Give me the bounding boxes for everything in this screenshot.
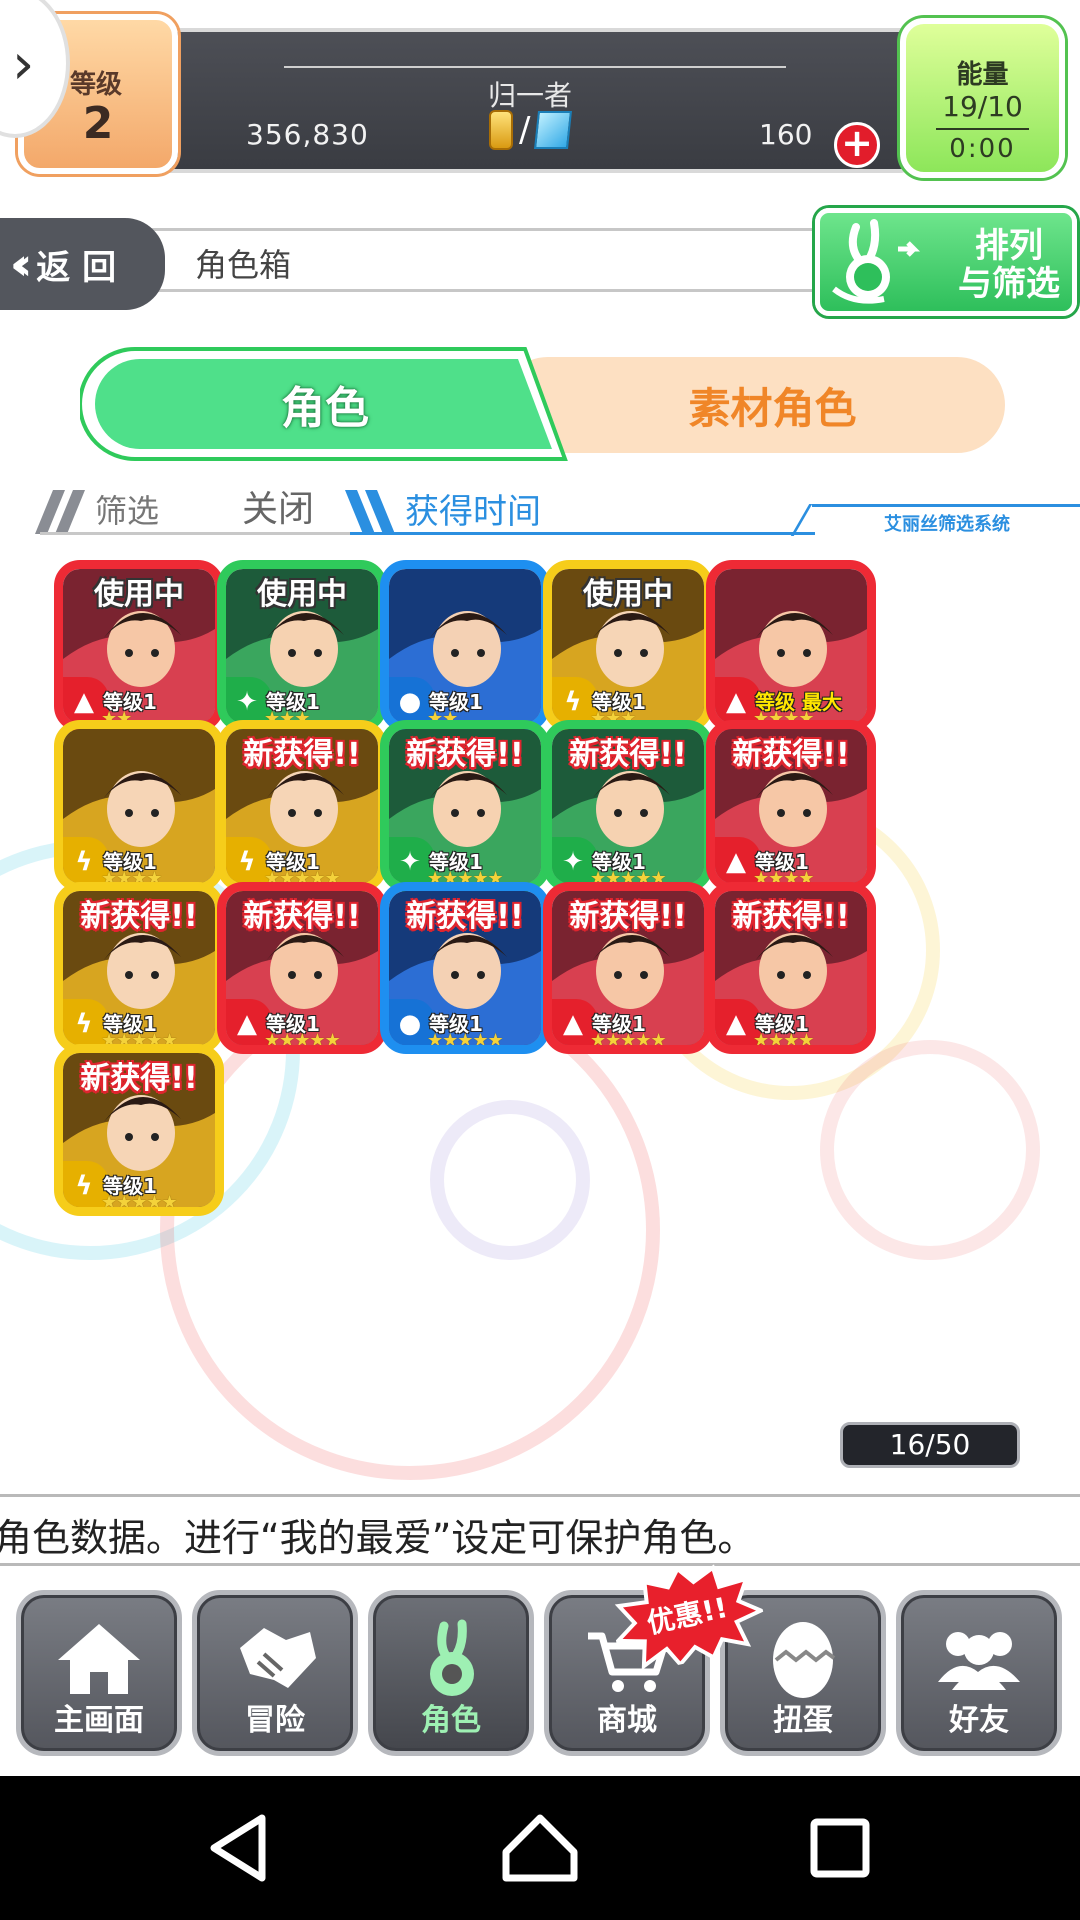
new-badge: 新获得!! — [80, 1061, 198, 1096]
gem-icon — [534, 111, 573, 149]
character-card[interactable]: 新获得!! ▲ 等级1 ★★★★★ — [543, 882, 713, 1054]
sort-by-acquired-time[interactable]: 获得时间 — [405, 484, 541, 533]
new-badge: 新获得!! — [406, 899, 524, 934]
filter-underline — [40, 532, 350, 535]
gold-coin-icon — [489, 110, 513, 150]
energy-timer: 0:00 — [949, 134, 1016, 164]
character-card[interactable]: 新获得!! ▲ 等级1 ★★★★★ — [217, 882, 387, 1054]
sort-underline-upper — [812, 504, 1080, 507]
nav-friends-label: 好友 — [949, 1703, 1009, 1738]
character-count: 16/50 — [840, 1422, 1020, 1468]
currency-icons: / — [489, 110, 573, 150]
sort-stripe-icon — [345, 490, 395, 534]
sort-underline — [350, 532, 815, 535]
add-gems-button[interactable]: + — [834, 122, 880, 168]
nav-home-label: 主画面 — [54, 1703, 144, 1738]
character-card[interactable]: 使用中 ϟ 等级1 ★★★ — [543, 560, 713, 732]
rarity-stars: ★★★★ — [753, 1030, 815, 1051]
friends-icon — [901, 1613, 1057, 1703]
double-chevron-left-icon: ‹‹ — [10, 238, 33, 290]
android-navigation-bar — [0, 1776, 1080, 1920]
character-card[interactable]: 新获得!! ✦ 等级1 ★★★★★ — [380, 720, 550, 892]
home-system-icon[interactable] — [500, 1812, 580, 1884]
character-card[interactable]: 使用中 ✦ 等级1 ★★★ — [217, 560, 387, 732]
filter-row: 筛选 关闭 获得时间 艾丽丝筛选系统 — [0, 480, 1080, 540]
tab-characters[interactable]: 角色 — [80, 345, 570, 463]
gem-count: 160 — [759, 118, 813, 151]
nav-characters-label: 角色 — [421, 1703, 481, 1738]
chevron-right-icon: › — [12, 32, 35, 97]
recent-apps-icon[interactable] — [800, 1812, 880, 1884]
character-card[interactable]: ▲ 等级 最大 ★★★★ — [706, 560, 876, 732]
bottom-navigation: 主画面 冒险 角色 商城 扭蛋 好友 优惠!! — [0, 1564, 1080, 1776]
energy-label: 能量 — [956, 60, 1009, 90]
rarity-stars: ★★★★★ — [427, 1030, 504, 1051]
back-triangle-icon[interactable] — [200, 1812, 280, 1884]
currency-separator: / — [519, 110, 531, 150]
coin-count: 356,830 — [246, 118, 369, 151]
rarity-stars: ★★★★★ — [101, 1192, 178, 1213]
filter-stripe-icon — [35, 490, 85, 534]
name-divider — [284, 66, 786, 68]
top-status-bar: 归一者 356,830 / 160 + 等级 2 › 能量 19/10 0:00 — [0, 0, 1080, 190]
in-use-badge: 使用中 — [257, 577, 347, 612]
new-badge: 新获得!! — [243, 737, 361, 772]
hint-ticker: 角色数据。进行“我的最爱”设定可保护角色。 — [0, 1494, 1080, 1566]
character-card[interactable]: 新获得!! ▲ 等级1 ★★★★ — [706, 720, 876, 892]
character-tabs: 素材角色 角色 — [80, 345, 1010, 465]
new-badge: 新获得!! — [569, 737, 687, 772]
home-icon — [21, 1613, 177, 1703]
filter-label[interactable]: 筛选 — [95, 486, 159, 532]
rarity-stars: ★★★★★ — [264, 1030, 341, 1051]
filter-state[interactable]: 关闭 — [242, 480, 314, 532]
sort-filter-label-line1: 排列 — [975, 226, 1043, 266]
character-card[interactable]: 新获得!! ▲ 等级1 ★★★★ — [706, 882, 876, 1054]
new-badge: 新获得!! — [732, 737, 850, 772]
in-use-badge: 使用中 — [583, 577, 673, 612]
nav-home[interactable]: 主画面 — [16, 1590, 182, 1756]
nav-characters[interactable]: 角色 — [368, 1590, 534, 1756]
tab-material-characters[interactable]: 素材角色 — [500, 357, 1005, 453]
character-card[interactable]: 使用中 ▲ 等级1 ★★ — [54, 560, 224, 732]
character-card[interactable]: ϟ 等级1 ★★★★ — [54, 720, 224, 892]
character-card[interactable]: 新获得!! ϟ 等级1 ★★★★★ — [217, 720, 387, 892]
nav-adventure-label: 冒险 — [245, 1703, 305, 1738]
sort-filter-label-line2: 与筛选 — [958, 264, 1060, 304]
rarity-stars: ★★★★★ — [590, 1030, 667, 1051]
tab-material-characters-label: 素材角色 — [688, 383, 857, 433]
title-bar: 角色箱 ‹‹ 返 回 排列 与筛选 — [0, 208, 1080, 316]
nav-friends[interactable]: 好友 — [896, 1590, 1062, 1756]
energy-divider — [936, 128, 1029, 130]
character-card[interactable]: 新获得!! ϟ 等级1 ★★★★★ — [54, 1044, 224, 1216]
sort-filter-button[interactable]: 排列 与筛选 — [815, 208, 1077, 316]
new-badge: 新获得!! — [732, 899, 850, 934]
nav-shop-label: 商城 — [597, 1703, 657, 1738]
tab-characters-label: 角色 — [281, 383, 369, 434]
new-badge: 新获得!! — [80, 899, 198, 934]
energy-value: 19/10 — [942, 90, 1023, 123]
player-info-panel: 归一者 356,830 / 160 + — [150, 28, 910, 173]
rabbit-sort-icon — [832, 219, 921, 304]
player-name: 归一者 — [487, 79, 572, 112]
level-label: 等级 — [70, 70, 123, 100]
back-button-label: 返 回 — [36, 247, 117, 288]
new-badge: 新获得!! — [243, 899, 361, 934]
energy-box: 能量 19/10 0:00 — [900, 18, 1065, 178]
character-card[interactable]: 新获得!! ● 等级1 ★★★★★ — [380, 882, 550, 1054]
new-badge: 新获得!! — [406, 737, 524, 772]
page-title: 角色箱 — [195, 246, 292, 284]
handshake-icon — [197, 1613, 353, 1703]
in-use-badge: 使用中 — [94, 577, 184, 612]
back-button[interactable]: ‹‹ 返 回 — [0, 218, 165, 310]
rabbit-icon — [373, 1613, 529, 1703]
new-badge: 新获得!! — [569, 899, 687, 934]
filter-system-label: 艾丽丝筛选系统 — [884, 514, 1010, 535]
nav-adventure[interactable]: 冒险 — [192, 1590, 358, 1756]
character-card[interactable]: 新获得!! ϟ 等级1 ★★★★★ — [54, 882, 224, 1054]
hint-text: 角色数据。进行“我的最爱”设定可保护角色。 — [0, 1516, 756, 1560]
nav-gacha-label: 扭蛋 — [773, 1703, 833, 1738]
character-card[interactable]: ● 等级1 ★★ — [380, 560, 550, 732]
character-card[interactable]: 新获得!! ✦ 等级1 ★★★★★ — [543, 720, 713, 892]
